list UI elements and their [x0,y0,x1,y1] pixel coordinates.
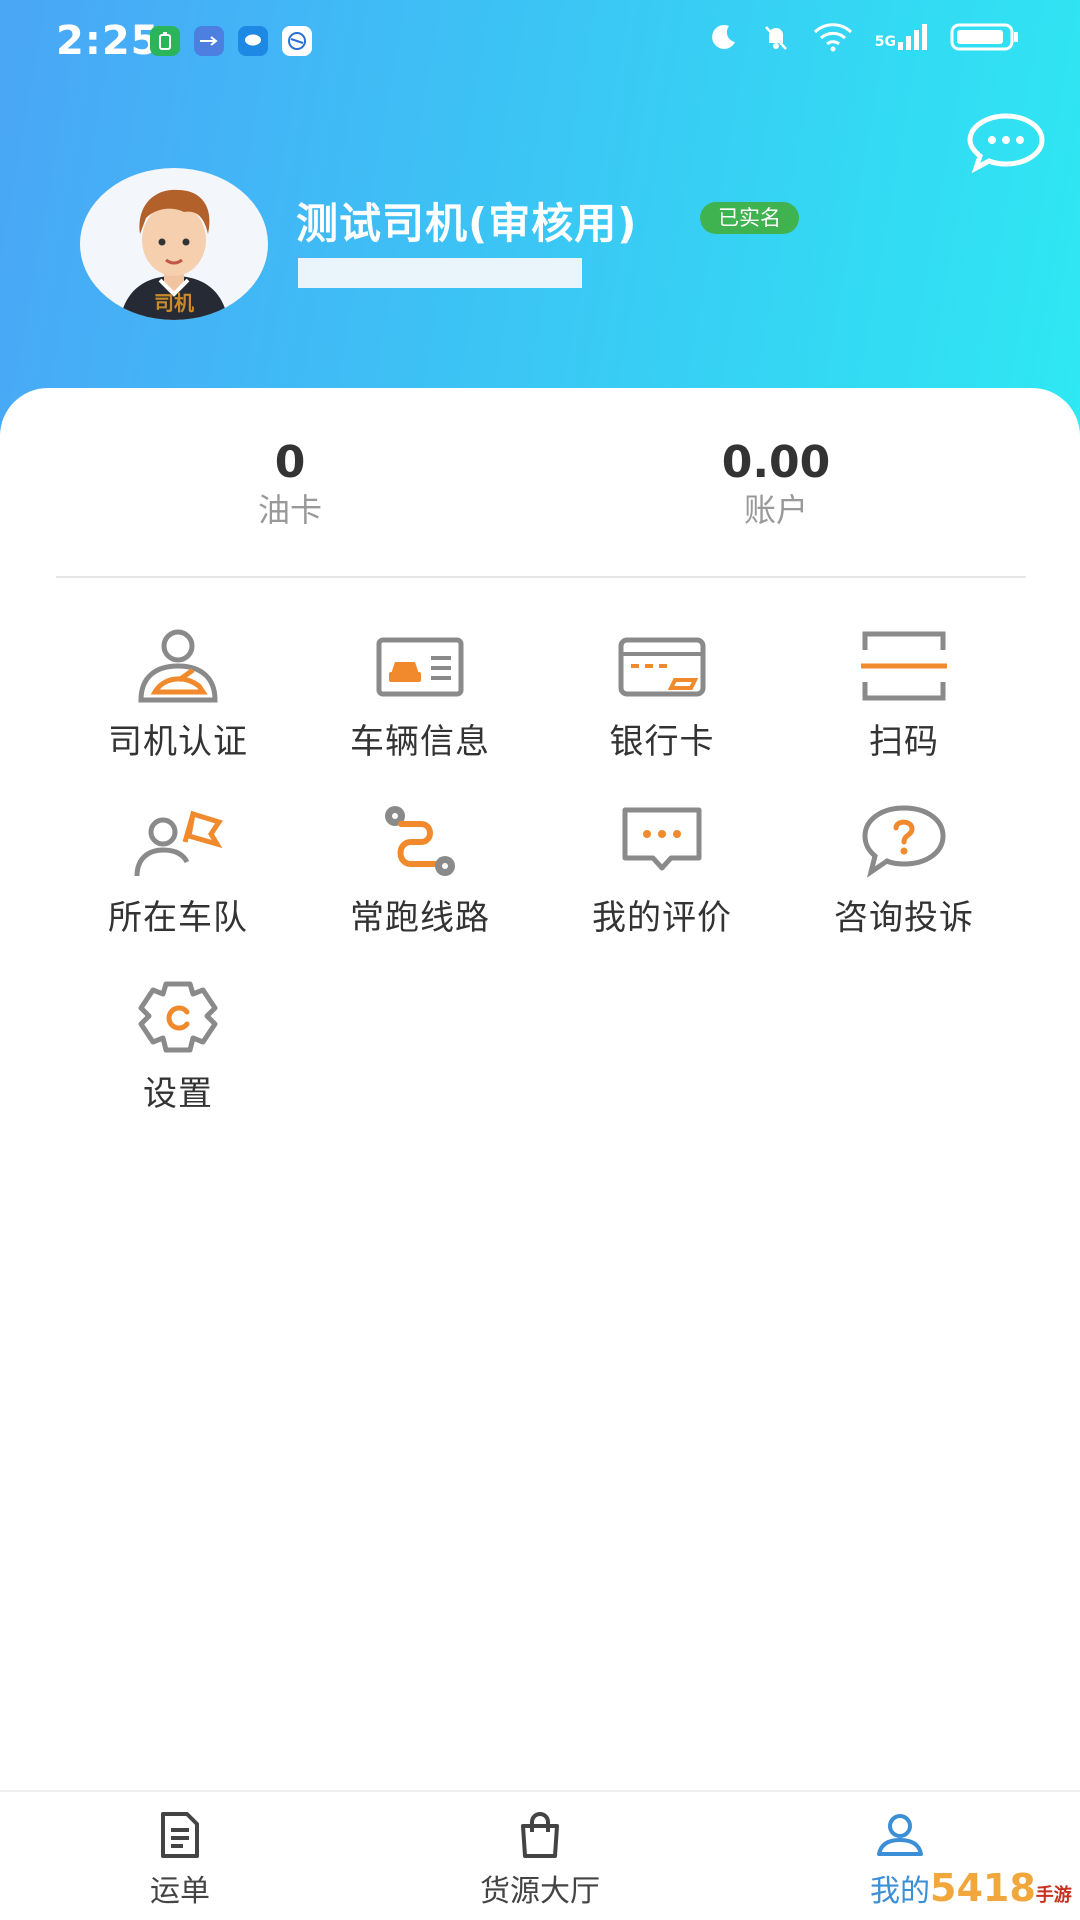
profile-header: 2:25 5G 司机 测试司机(审核用) 已实名 [0,0,1080,440]
review-icon [622,807,702,871]
scan-icon [861,631,947,701]
grid-item-my-fleet[interactable]: 所在车队 [78,802,278,952]
avatar[interactable]: 司机 [80,168,268,320]
grid-label-vehicle-info: 车辆信息 [350,722,490,762]
grid-label-consult-complaint: 咨询投诉 [834,898,974,938]
shopping-bag-icon [521,1812,559,1858]
wifi-icon [813,23,852,52]
grid-label-scan: 扫码 [869,722,939,762]
nav-label-cargo-hall: 货源大厅 [480,1874,600,1909]
masked-phone-bar [298,258,582,288]
browser-app-icon [282,26,312,56]
grid-item-my-reviews[interactable]: 我的评价 [562,802,762,952]
grid-item-settings[interactable]: 设置 [78,978,278,1128]
fleet-flag-icon [134,810,223,877]
route-icon [385,806,455,876]
grid-label-driver-certification: 司机认证 [108,722,248,762]
account-value: 0.00 [721,437,831,488]
help-question-icon [862,805,946,878]
grid-item-bank-card[interactable]: 银行卡 [562,626,762,776]
verified-badge: 已实名 [700,202,799,234]
grid-label-settings: 设置 [143,1074,213,1114]
grid-label-frequent-routes: 常跑线路 [350,898,490,938]
avatar-caption: 司机 [154,291,194,315]
nav-tab-waybill[interactable]: 运单 [80,1810,280,1910]
settings-gear-icon [138,981,218,1053]
battery-icon [950,23,1018,51]
grid-label-my-reviews: 我的评价 [592,898,732,938]
grid-item-frequent-routes[interactable]: 常跑线路 [320,802,520,952]
document-icon [161,1812,199,1858]
vehicle-card-icon [376,637,464,697]
system-status-icons: 5G [709,22,1020,52]
driver-icon [138,629,218,703]
nav-label-waybill: 运单 [150,1874,210,1909]
chat-bubble-icon[interactable] [966,110,1046,174]
moon-icon [711,24,735,49]
stats-divider [56,576,1026,578]
account-label: 账户 [743,491,808,529]
status-time: 2:25 [56,18,160,64]
grid-item-vehicle-info[interactable]: 车辆信息 [320,626,520,776]
site-watermark: 5418手游网 [930,1866,1072,1910]
notification-icons [150,26,312,56]
grid-item-driver-certification[interactable]: 司机认证 [78,626,278,776]
grid-item-scan[interactable]: 扫码 [804,626,1004,776]
signal-icon [898,24,927,50]
bottom-navigation: 运单 货源大厅 我的 [0,1790,1080,1920]
usb-icon [194,26,224,56]
oil-card-value: 0 [274,437,306,488]
oil-card-label: 油卡 [257,491,322,529]
battery-saver-icon [150,26,180,56]
user-icon [877,1814,923,1856]
grid-label-bank-card: 银行卡 [609,722,715,762]
grid-item-consult-complaint[interactable]: 咨询投诉 [804,802,1004,952]
grid-label-my-fleet: 所在车队 [108,898,248,938]
nav-tab-cargo-hall[interactable]: 货源大厅 [440,1810,640,1910]
message-app-icon [238,26,268,56]
account-stat[interactable]: 0.00 账户 [656,436,896,530]
status-bar: 2:25 5G [0,0,1080,90]
mute-bell-icon [764,26,787,50]
oil-card-stat[interactable]: 0 油卡 [170,436,410,530]
driver-name: 测试司机(审核用) [296,199,638,248]
bank-card-icon [618,637,706,697]
network-type: 5G [874,34,896,50]
